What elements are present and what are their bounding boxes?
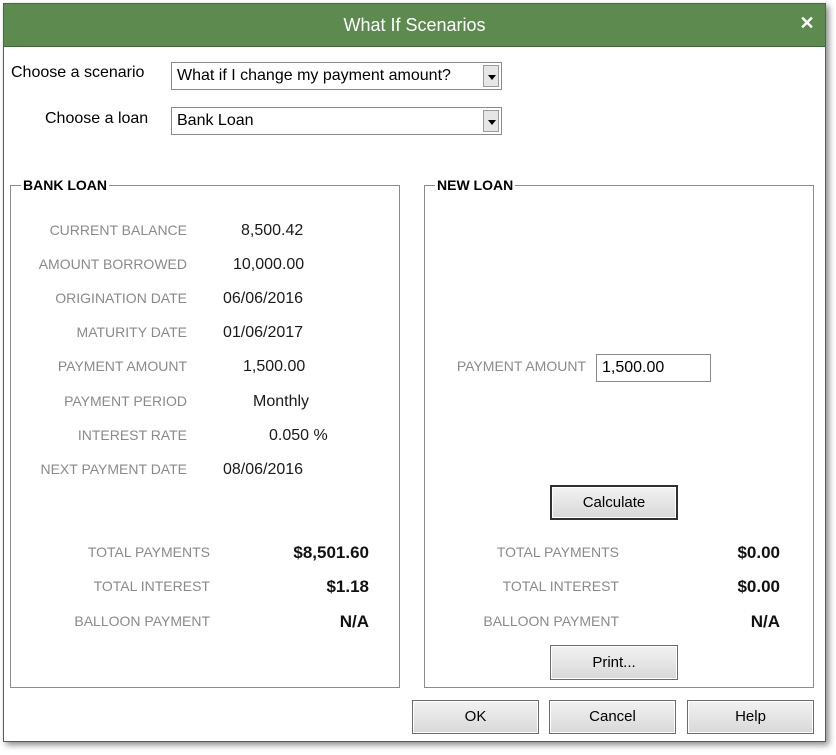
origination-date-value: 06/06/2016: [223, 290, 304, 307]
interest-rate-value: 0.050 %: [269, 427, 328, 444]
total-label: TOTAL PAYMENTS: [87, 544, 210, 560]
field-label: ORIGINATION DATE: [55, 290, 187, 306]
next-payment-date-value: 08/06/2016: [223, 461, 304, 478]
title-bar[interactable]: What If Scenarios ✕: [4, 4, 825, 47]
chevron-down-icon[interactable]: [483, 65, 499, 87]
payment-amount-value: 1,500.00: [243, 358, 306, 375]
current-loan-heading: BANK LOAN: [21, 177, 109, 193]
total-payments-value: $8,501.60: [293, 543, 369, 562]
payment-period-value: Monthly: [253, 393, 310, 410]
maturity-date-value: 01/06/2017: [223, 324, 304, 341]
close-icon[interactable]: ✕: [797, 13, 817, 33]
payment-amount-input[interactable]: 1,500.00: [596, 354, 711, 382]
loan-select-value: Bank Loan: [177, 112, 254, 129]
scenario-select-value: What if I change my payment amount?: [177, 67, 451, 84]
new-loan-heading: NEW LOAN: [435, 177, 516, 193]
loan-select[interactable]: Bank Loan: [171, 107, 502, 135]
field-label: CURRENT BALANCE: [49, 222, 187, 238]
field-label: MATURITY DATE: [76, 324, 187, 340]
total-interest-value: $1.18: [326, 577, 369, 596]
total-label: BALLOON PAYMENT: [483, 613, 619, 629]
balloon-payment-value: N/A: [339, 612, 369, 631]
cancel-button[interactable]: Cancel: [549, 700, 676, 734]
what-if-scenarios-dialog: What If Scenarios ✕ Choose a scenario Wh…: [3, 3, 826, 742]
chevron-down-icon[interactable]: [483, 110, 499, 132]
total-label: BALLOON PAYMENT: [74, 613, 210, 629]
field-label: PAYMENT AMOUNT: [57, 358, 187, 374]
field-label: NEXT PAYMENT DATE: [40, 461, 187, 477]
calculate-button[interactable]: Calculate: [550, 485, 678, 520]
amount-borrowed-value: 10,000.00: [233, 256, 305, 273]
total-label: TOTAL INTEREST: [93, 578, 210, 594]
print-button[interactable]: Print...: [550, 645, 678, 680]
current-balance-value: 8,500.42: [241, 222, 304, 239]
current-loan-group: BANK LOAN CURRENT BALANCE 8,500.42 AMOUN…: [10, 177, 400, 688]
ok-button[interactable]: OK: [412, 700, 539, 734]
window-title: What If Scenarios: [343, 15, 486, 35]
total-interest-value: $0.00: [737, 577, 780, 596]
new-loan-group: NEW LOAN PAYMENT AMOUNT 1,500.00 Calcula…: [424, 177, 814, 688]
field-label: PAYMENT PERIOD: [64, 393, 187, 409]
loan-label: Choose a loan: [45, 110, 149, 127]
balloon-payment-value: N/A: [750, 612, 780, 631]
help-button[interactable]: Help: [687, 700, 814, 734]
scenario-select[interactable]: What if I change my payment amount?: [171, 62, 502, 90]
field-label: AMOUNT BORROWED: [38, 256, 187, 272]
total-label: TOTAL INTEREST: [502, 578, 619, 594]
scenario-label: Choose a scenario: [11, 64, 145, 81]
field-label: INTEREST RATE: [77, 427, 187, 443]
payment-amount-label: PAYMENT AMOUNT: [456, 358, 586, 374]
total-payments-value: $0.00: [737, 543, 780, 562]
total-label: TOTAL PAYMENTS: [496, 544, 619, 560]
